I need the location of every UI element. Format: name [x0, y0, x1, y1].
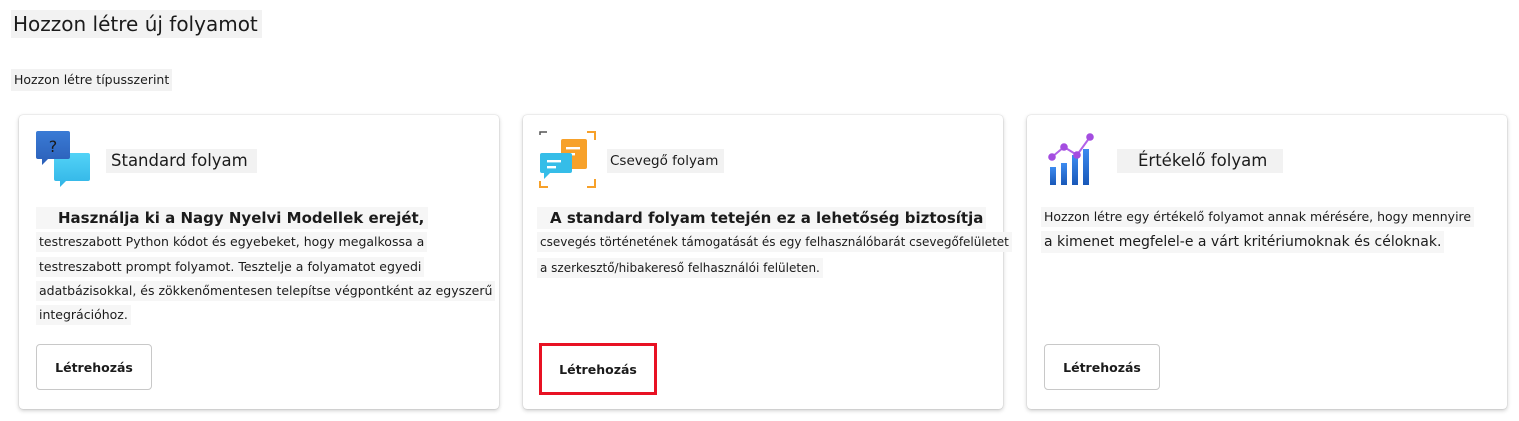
card-description: A standard folyam tetején ez a lehetőség…: [537, 207, 987, 229]
evaluation-chart-icon: [1047, 133, 1101, 191]
chat-bubbles-icon: [539, 131, 597, 193]
card-description: Hozzon létre egy értékelő folyamot annak…: [1041, 207, 1475, 227]
chat-question-icon: ?: [36, 131, 92, 193]
create-evaluation-flow-button[interactable]: Létrehozás: [1044, 344, 1160, 390]
card-title: Csevegő folyam: [607, 149, 725, 173]
card-description: Használja ki a Nagy Nyelvi Modellek erej…: [36, 207, 429, 229]
card-title: Standard folyam: [106, 149, 257, 173]
card-description: integrációhoz.: [36, 305, 131, 325]
card-description: a kimenet megfelel-e a várt kritériumokn…: [1041, 231, 1445, 253]
create-standard-flow-button[interactable]: Létrehozás: [36, 344, 152, 390]
card-description: a szerkesztő/hibakereső felhasználói fel…: [537, 258, 823, 278]
card-description: testreszabott Python kódot és egyebeket,…: [36, 232, 428, 252]
card-description: csevegés történetének támogatását és egy…: [537, 232, 1012, 252]
svg-text:?: ?: [49, 137, 58, 156]
create-chat-flow-button[interactable]: Létrehozás: [539, 343, 657, 395]
card-description: testreszabott prompt folyamot. Tesztelje…: [36, 257, 425, 277]
card-description: adatbázisokkal, és zökkenőmentesen telep…: [36, 281, 496, 301]
chat-flow-card: Csevegő folyam A standard folyam tetején…: [523, 115, 1012, 409]
evaluation-flow-card: Értékelő folyam Hozzon létre egy értékel…: [1027, 115, 1507, 409]
section-label: Hozzon létre típusszerint: [11, 69, 173, 91]
standard-flow-card: ? Standard folyam Használja ki a Nagy Ny…: [19, 115, 499, 409]
card-title: Értékelő folyam: [1117, 149, 1284, 173]
page-title: Hozzon létre új folyamot: [11, 10, 262, 38]
